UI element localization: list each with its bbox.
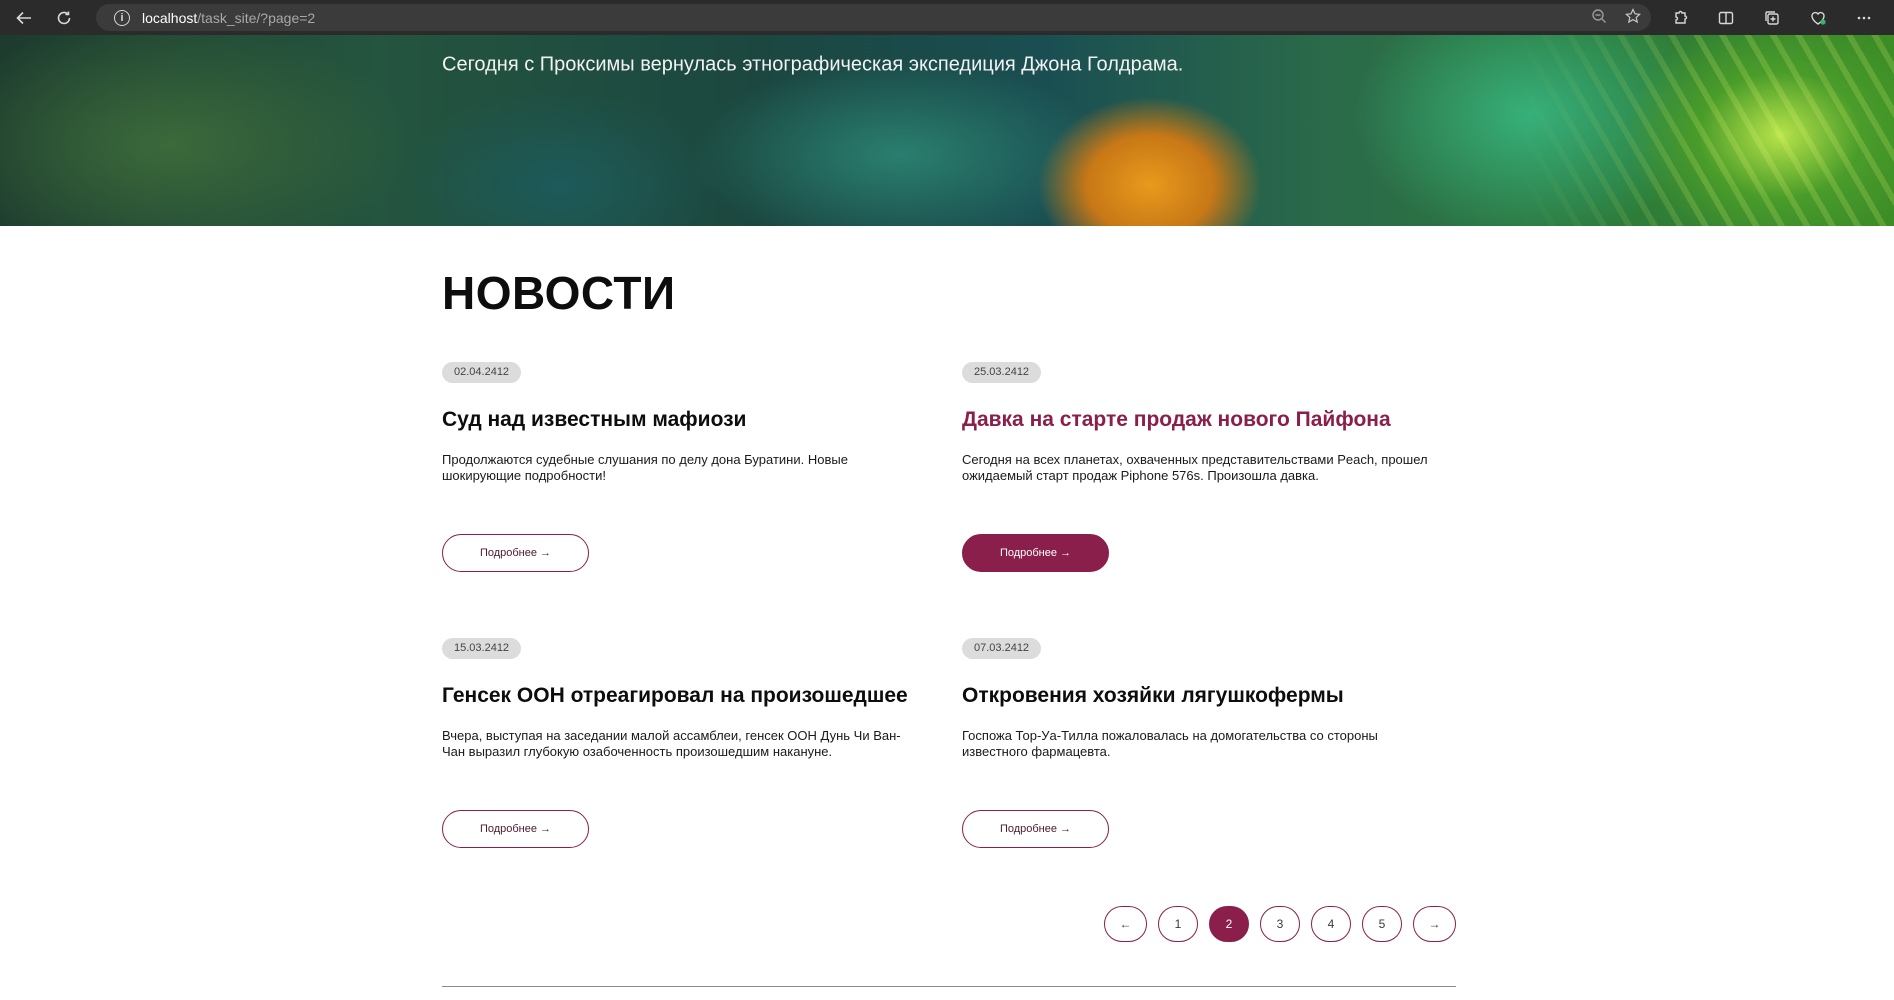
page-button-1[interactable]: 1 — [1158, 906, 1198, 942]
zoom-out-icon[interactable] — [1591, 8, 1607, 27]
date-badge: 07.03.2412 — [962, 638, 1042, 659]
back-icon[interactable] — [4, 0, 44, 35]
date-badge: 02.04.2412 — [442, 362, 522, 383]
url-host: localhost — [142, 9, 198, 26]
hero-text: Сегодня с Проксимы вернулась этнографиче… — [442, 53, 1184, 76]
news-card: 15.03.2412 Генсек ООН отреагировал на пр… — [442, 638, 922, 848]
news-title[interactable]: Давка на старте продаж нового Пайфона — [962, 408, 1391, 432]
news-card: 02.04.2412 Суд над известным мафиози Про… — [442, 362, 922, 572]
pagination: ← 1 2 3 4 5 → — [1104, 906, 1456, 942]
favorite-star-icon[interactable] — [1625, 8, 1641, 27]
extensions-icon[interactable] — [1660, 0, 1700, 35]
date-badge: 25.03.2412 — [962, 362, 1042, 383]
news-summary: Продолжаются судебные слушания по делу д… — [442, 452, 848, 483]
copilot-icon[interactable] — [1798, 0, 1838, 35]
reload-icon[interactable] — [44, 0, 84, 35]
read-more-button[interactable]: Подробнее → — [442, 810, 589, 848]
url-path: /task_site/?page=2 — [197, 9, 316, 26]
news-title[interactable]: Суд над известным мафиози — [442, 408, 746, 432]
info-icon[interactable]: i — [114, 9, 130, 26]
news-summary: Вчера, выступая на заседании малой ассам… — [442, 728, 901, 759]
page-button-5[interactable]: 5 — [1362, 906, 1402, 942]
page-title: НОВОСТИ — [442, 267, 676, 319]
news-summary: Госпожа Тор-Уа-Тилла пожаловалась на дом… — [962, 728, 1378, 759]
browser-toolbar: i localhost /task_site/?page=2 — [0, 0, 1894, 35]
page-button-4[interactable]: 4 — [1311, 906, 1351, 942]
page-button-2[interactable]: 2 — [1209, 906, 1249, 942]
news-summary: Сегодня на всех планетах, охваченных пре… — [962, 452, 1428, 483]
news-title[interactable]: Генсек ООН отреагировал на произошедшее — [442, 684, 908, 708]
read-more-button[interactable]: Подробнее → — [442, 534, 589, 572]
read-more-button[interactable]: Подробнее → — [962, 534, 1109, 572]
read-more-button[interactable]: Подробнее → — [962, 810, 1109, 848]
split-screen-icon[interactable] — [1706, 0, 1746, 35]
news-title[interactable]: Откровения хозяйки лягушкофермы — [962, 684, 1344, 708]
news-card: 25.03.2412 Давка на старте продаж нового… — [962, 362, 1442, 572]
footer-divider — [442, 986, 1456, 987]
news-card: 07.03.2412 Откровения хозяйки лягушкофер… — [962, 638, 1442, 848]
prev-page-button[interactable]: ← — [1104, 906, 1147, 942]
page-button-3[interactable]: 3 — [1260, 906, 1300, 942]
next-page-button[interactable]: → — [1413, 906, 1456, 942]
address-bar[interactable]: i localhost /task_site/?page=2 — [96, 4, 1651, 31]
date-badge: 15.03.2412 — [442, 638, 522, 659]
collections-icon[interactable] — [1752, 0, 1792, 35]
more-icon[interactable] — [1844, 0, 1884, 35]
hero-banner: Сегодня с Проксимы вернулась этнографиче… — [0, 35, 1894, 226]
